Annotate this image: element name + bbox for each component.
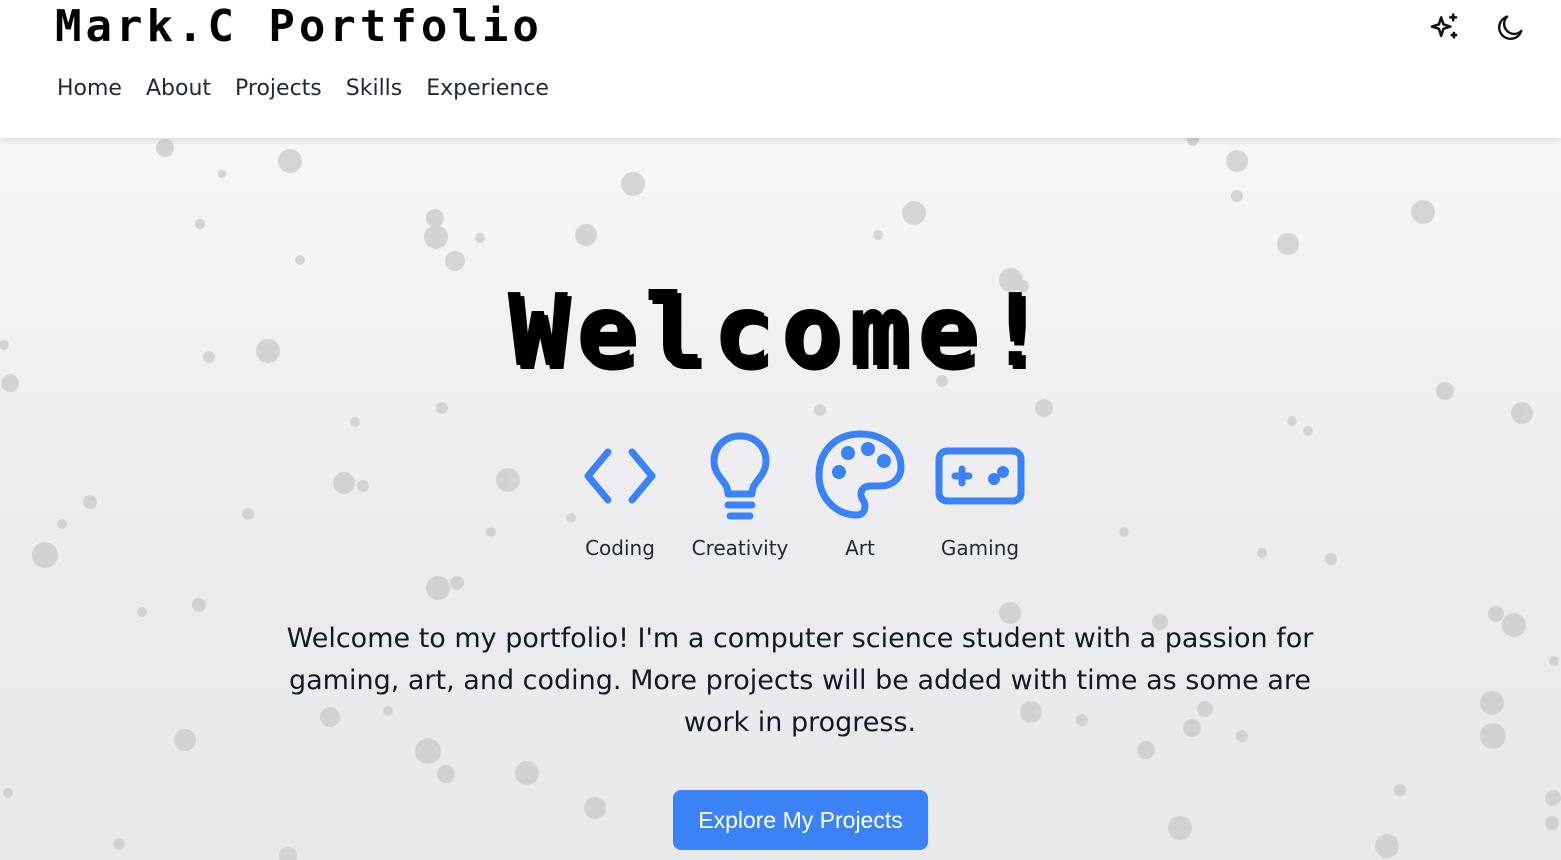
code-brackets-icon (584, 448, 656, 504)
site-header: Mark.C Portfolio Home About Projects Ski… (0, 0, 1561, 138)
nav-home[interactable]: Home (45, 70, 134, 108)
header-actions (1425, 8, 1529, 48)
nav-skills[interactable]: Skills (334, 70, 415, 108)
interests-row: Coding Creativity Art Gaming (560, 430, 1040, 560)
nav-experience[interactable]: Experience (414, 70, 561, 108)
lightbulb-icon (710, 432, 770, 520)
interest-creativity: Creativity (680, 430, 800, 560)
interest-label-art: Art (845, 536, 875, 560)
nav-about[interactable]: About (134, 70, 223, 108)
sparkles-icon[interactable] (1425, 8, 1463, 48)
hero-title: Welcome! (507, 272, 1054, 389)
nav-projects[interactable]: Projects (223, 70, 334, 108)
explore-projects-button[interactable]: Explore My Projects (673, 790, 928, 850)
hero-section: Welcome! Coding Creativity Art Gaming We… (0, 138, 1561, 860)
interest-gaming: Gaming (920, 430, 1040, 560)
interest-label-gaming: Gaming (940, 536, 1020, 560)
interest-label-creativity: Creativity (691, 536, 789, 560)
intro-text: Welcome to my portfolio! I'm a computer … (286, 623, 1314, 738)
moon-icon[interactable] (1491, 8, 1529, 48)
gamepad-icon (935, 447, 1025, 505)
interest-coding: Coding (560, 430, 680, 560)
main-nav: Home About Projects Skills Experience (45, 70, 561, 108)
site-brand[interactable]: Mark.C Portfolio (55, 2, 543, 52)
interest-label-coding: Coding (585, 536, 655, 560)
interest-art: Art (800, 430, 920, 560)
palette-icon (815, 430, 905, 519)
